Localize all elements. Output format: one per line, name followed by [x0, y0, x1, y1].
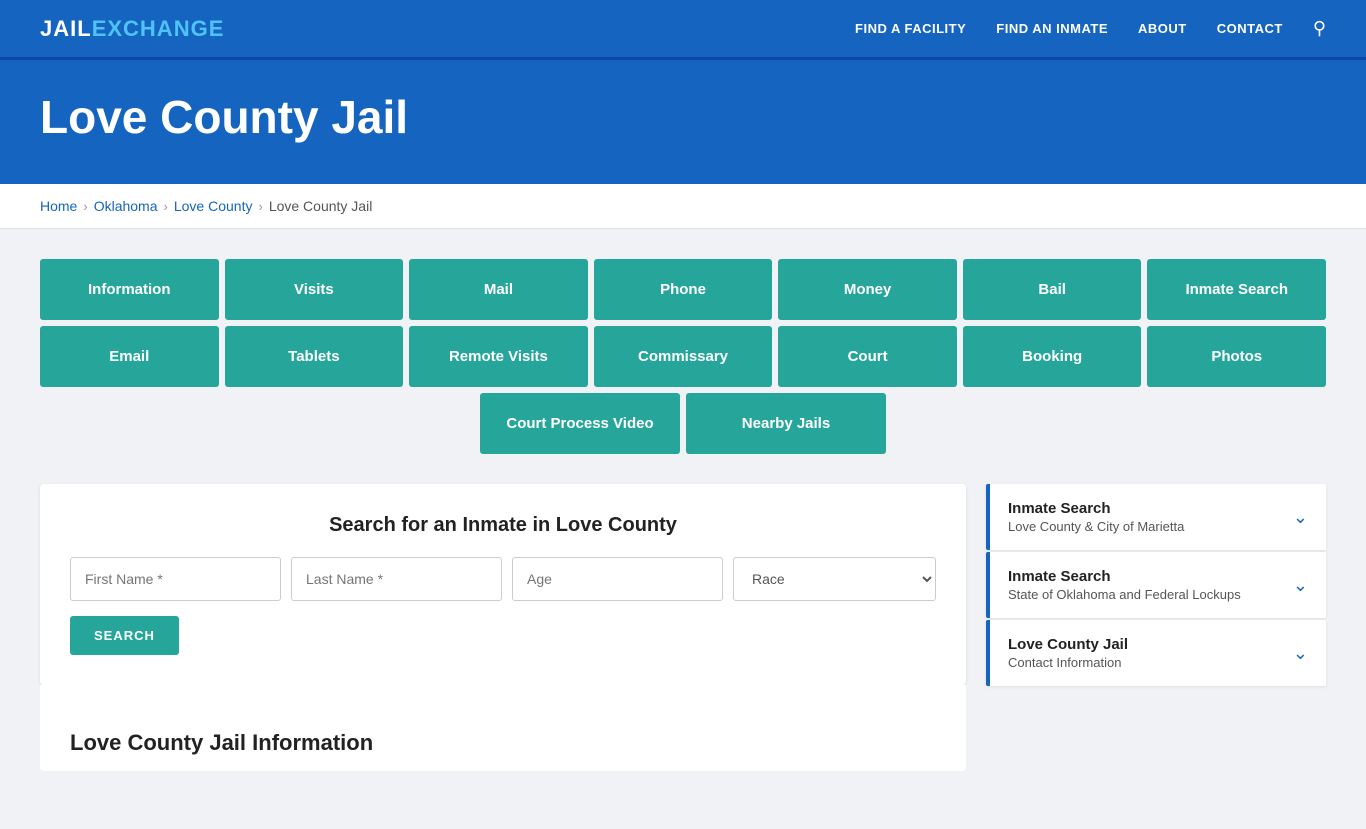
breadcrumb-item-home[interactable]: Home: [40, 198, 77, 214]
btn-phone[interactable]: Phone: [594, 259, 773, 320]
accordion-header-accordion-inmate-local[interactable]: Inmate Search Love County & City of Mari…: [990, 484, 1326, 550]
accordion-title-sub: Contact Information: [1008, 655, 1128, 670]
accordion-title-main: Inmate Search: [1008, 500, 1184, 517]
sidebar: Inmate Search Love County & City of Mari…: [986, 484, 1326, 686]
btn-nearby-jails[interactable]: Nearby Jails: [686, 393, 886, 454]
info-section-heading: Love County Jail Information: [70, 730, 936, 761]
breadcrumb-bar: Home › Oklahoma › Love County › Love County Ja…: [0, 184, 1366, 229]
last-name-input[interactable]: [291, 557, 502, 601]
chevron-down-icon: ⌄: [1293, 643, 1308, 664]
breadcrumb-sep: ›: [258, 199, 262, 214]
btn-court-process[interactable]: Court Process Video: [480, 393, 680, 454]
accordion-inmate-local[interactable]: Inmate Search Love County & City of Mari…: [986, 484, 1326, 550]
race-select[interactable]: RaceWhiteBlackHispanicAsianNative Americ…: [733, 557, 936, 601]
btn-email[interactable]: Email: [40, 326, 219, 387]
nav-links: FIND A FACILITY FIND AN INMATE ABOUT CONTAC…: [855, 18, 1326, 39]
accordion-title-accordion-inmate-local: Inmate Search Love County & City of Mari…: [1008, 500, 1184, 534]
accordion-header-accordion-contact[interactable]: Love County Jail Contact Information ⌄: [990, 620, 1326, 686]
main-content: InformationVisitsMailPhoneMoneyBailInmat…: [0, 229, 1366, 829]
accordion-title-sub: Love County & City of Marietta: [1008, 519, 1184, 534]
btn-money[interactable]: Money: [778, 259, 957, 320]
breadcrumb: Home › Oklahoma › Love County › Love County Ja…: [40, 198, 1326, 214]
first-name-input[interactable]: [70, 557, 281, 601]
info-section: Love County Jail Information: [40, 685, 966, 771]
age-input[interactable]: [512, 557, 723, 601]
btn-commissary[interactable]: Commissary: [594, 326, 773, 387]
accordion-inmate-state[interactable]: Inmate Search State of Oklahoma and Fede…: [986, 552, 1326, 618]
button-row-2: EmailTabletsRemote VisitsCommissaryCourt…: [40, 326, 1326, 387]
btn-remote-visits[interactable]: Remote Visits: [409, 326, 588, 387]
breadcrumb-item-love-county[interactable]: Love County: [174, 198, 253, 214]
chevron-down-icon: ⌄: [1293, 575, 1308, 596]
accordion-title-main: Inmate Search: [1008, 568, 1241, 585]
btn-court[interactable]: Court: [778, 326, 957, 387]
breadcrumb-current: Love County Jail: [269, 198, 373, 214]
button-row-1: InformationVisitsMailPhoneMoneyBailInmat…: [40, 259, 1326, 320]
accordion-title-accordion-contact: Love County Jail Contact Information: [1008, 636, 1128, 670]
button-row-3: Court Process VideoNearby Jails: [40, 393, 1326, 454]
hero-section: Love County Jail: [0, 60, 1366, 184]
btn-information[interactable]: Information: [40, 259, 219, 320]
search-form-title: Search for an Inmate in Love County: [70, 514, 936, 537]
brand-logo[interactable]: JAIL EXCHANGE: [40, 16, 224, 42]
btn-bail[interactable]: Bail: [963, 259, 1142, 320]
btn-visits[interactable]: Visits: [225, 259, 404, 320]
nav-link-contact[interactable]: CONTACT: [1217, 21, 1283, 36]
accordion-title-sub: State of Oklahoma and Federal Lockups: [1008, 587, 1241, 602]
logo-exchange: EXCHANGE: [92, 16, 225, 42]
btn-mail[interactable]: Mail: [409, 259, 588, 320]
page-title: Love County Jail: [40, 90, 1326, 144]
accordion-title-accordion-inmate-state: Inmate Search State of Oklahoma and Fede…: [1008, 568, 1241, 602]
btn-inmate-search[interactable]: Inmate Search: [1147, 259, 1326, 320]
search-form-box: Search for an Inmate in Love County Race…: [40, 484, 966, 685]
accordion-header-accordion-inmate-state[interactable]: Inmate Search State of Oklahoma and Fede…: [990, 552, 1326, 618]
breadcrumb-sep: ›: [164, 199, 168, 214]
breadcrumb-sep: ›: [83, 199, 87, 214]
search-icon-btn[interactable]: ⚲: [1313, 18, 1326, 39]
form-row-names: RaceWhiteBlackHispanicAsianNative Americ…: [70, 557, 936, 601]
btn-photos[interactable]: Photos: [1147, 326, 1326, 387]
logo-jail: JAIL: [40, 16, 92, 42]
btn-tablets[interactable]: Tablets: [225, 326, 404, 387]
button-grid: InformationVisitsMailPhoneMoneyBailInmat…: [40, 259, 1326, 454]
search-button[interactable]: SEARCH: [70, 616, 179, 655]
btn-booking[interactable]: Booking: [963, 326, 1142, 387]
breadcrumb-item-oklahoma[interactable]: Oklahoma: [94, 198, 158, 214]
accordion-title-main: Love County Jail: [1008, 636, 1128, 653]
nav-link-find-inmate[interactable]: FIND AN INMATE: [996, 21, 1108, 36]
accordion-contact[interactable]: Love County Jail Contact Information ⌄: [986, 620, 1326, 686]
navbar: JAIL EXCHANGE FIND A FACILITY FIND AN INM…: [0, 0, 1366, 60]
nav-link-about[interactable]: ABOUT: [1138, 21, 1187, 36]
lower-section: Search for an Inmate in Love County Race…: [40, 484, 1326, 771]
chevron-down-icon: ⌄: [1293, 507, 1308, 528]
nav-link-find-facility[interactable]: FIND A FACILITY: [855, 21, 966, 36]
